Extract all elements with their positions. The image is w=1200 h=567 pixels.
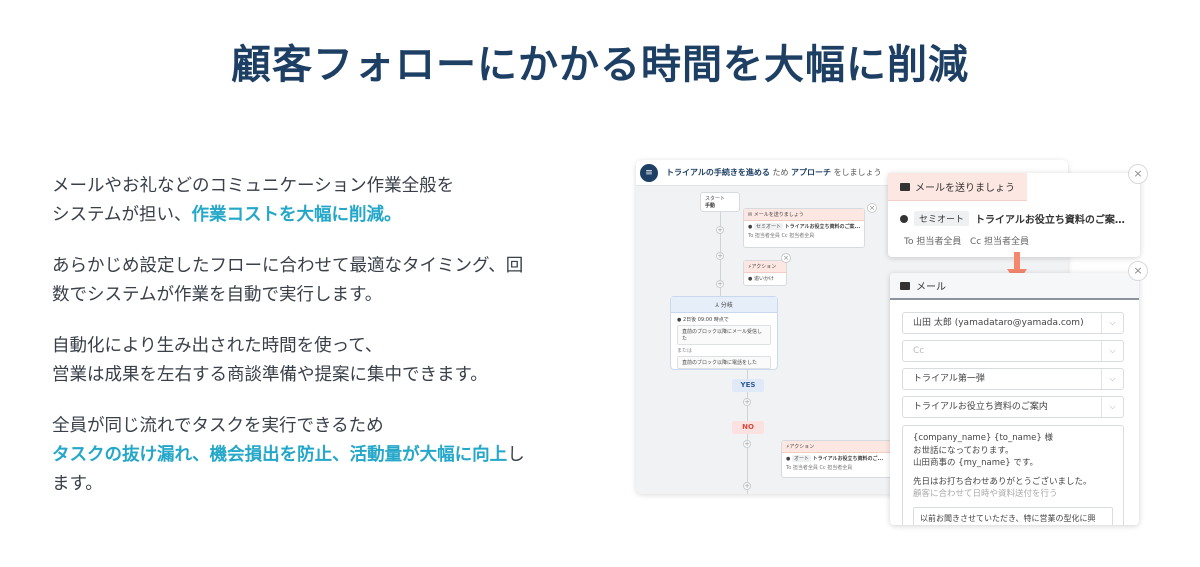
auto-action-chip: オート (791, 455, 811, 462)
cc-field[interactable]: Cc ⌵ (902, 340, 1124, 362)
auto-action-tag: ⚡アクション (782, 441, 900, 453)
paragraph-2: あらかじめ設定したフローに合わせて最適なタイミング、回 数でシステムが作業を自動… (52, 252, 592, 310)
start-mode: 手動 (705, 203, 716, 209)
close-icon[interactable]: × (781, 253, 791, 263)
to-recipients: To 担当者全員 (904, 237, 962, 247)
p1-highlight: 作業コストを大幅に削減。 (191, 205, 402, 225)
close-icon[interactable]: × (867, 203, 877, 213)
p1-line-b: システムが担い、 (52, 205, 192, 225)
auto-action-row: ● オート トライアルお役立ち資料のご... (786, 455, 884, 462)
add-step-icon[interactable]: + (743, 440, 751, 448)
header-suffix: をしましょう (833, 168, 882, 177)
body-line: お世話になっております。 (913, 445, 1014, 456)
body-line: {company_name} {to_name} 様 (913, 433, 1053, 443)
auto-action-tag-label: アクション (789, 444, 815, 450)
mail-node-row: ● セミオート トライアルお役立ち資料のご案... (748, 223, 861, 230)
paragraph-4: 全員が同じ流れでタスクを実行できるため タスクの抜け漏れ、機会損出を防止、活動量… (52, 412, 592, 499)
mail-node-tag: ✉ メールを送りましょう (744, 209, 864, 221)
branch-node[interactable]: ⅄ 分岐 ● 2日後 09:00 時点で 直前のブロック以降にメール受信した ま… (670, 296, 778, 370)
branch-title: 分岐 (720, 302, 733, 309)
envelope-icon (900, 281, 910, 290)
cc-recipients: Cc 担当者全員 (969, 237, 1030, 247)
close-icon[interactable]: × (1128, 164, 1148, 184)
auto-action-recipients: To 担当者全員 Cc 担当者全員 (786, 465, 853, 471)
header-goal: トライアルの手続きを進める (666, 168, 770, 177)
close-icon[interactable]: × (1128, 261, 1148, 281)
paragraph-1: メールやお礼などのコミュニケーション作業全般を システムが担い、作業コストを大幅… (52, 172, 592, 230)
mail-node[interactable]: ✉ メールを送りましょう ● セミオート トライアルお役立ち資料のご案... T… (743, 208, 865, 248)
action-node-tag: ⚡アクション (744, 261, 786, 273)
envelope-icon (900, 182, 910, 191)
p3-line-a: 自動化により生み出された時間を使って、 (52, 336, 383, 356)
subject-value: トライアルお役立ち資料のご案内 (913, 402, 1048, 412)
p4-line-a: 全員が同じ流れでタスクを実行できるため (52, 416, 384, 436)
action-node-label: 追いかけ (753, 276, 774, 282)
branch-header: ⅄ 分岐 (671, 297, 777, 313)
action-node-row: ● 追いかけ (748, 276, 774, 282)
add-step-icon[interactable]: + (716, 226, 724, 234)
mail-node-chip: セミオート (753, 223, 783, 230)
mail-editor-title: メール (916, 282, 946, 293)
mode-chip: セミオート (914, 211, 970, 226)
body-insert-block[interactable]: 以前お聞きさせていただき、特に営業の型化に興 (913, 506, 1113, 525)
mail-node-recipients: To 担当者全員 Cc 担当者全員 (748, 233, 815, 239)
branch-condition: ● 2日後 09:00 時点で (677, 317, 729, 323)
mail-body-editor[interactable]: {company_name} {to_name} 様 お世話になっております。 … (902, 425, 1124, 525)
p2-line-a: あらかじめ設定したフローに合わせて最適なタイミング、回 (52, 256, 524, 276)
page-title: 顧客フォローにかかる時間を大幅に削減 (231, 42, 969, 88)
p4-highlight: タスクの抜け漏れ、機会損出を防止、活動量が大幅に向上 (52, 445, 508, 465)
menu-icon[interactable]: ≡ (640, 163, 658, 182)
to-field-value: 山田 太郎 (yamadataro@yamada.com) (913, 318, 1084, 328)
auto-action-subject: トライアルお役立ち資料のご... (812, 456, 884, 462)
header-connector: ため (772, 168, 789, 177)
p4-line-c: ます。 (52, 474, 103, 494)
action-node-tag-label: アクション (751, 264, 777, 270)
header-approach: アプローチ (791, 168, 832, 177)
branch-condition-1: 直前のブロック以降にメール受信した (677, 325, 771, 345)
p4-line-b: し (507, 445, 525, 465)
chevron-down-icon[interactable]: ⌵ (1101, 313, 1123, 333)
yes-branch-label[interactable]: YES (732, 379, 764, 392)
chevron-down-icon[interactable]: ⌵ (1101, 397, 1123, 417)
chevron-down-icon[interactable]: ⌵ (1101, 341, 1123, 361)
no-branch-label[interactable]: NO (732, 421, 764, 434)
mail-step-tag: メールを送りましょう (888, 173, 1027, 201)
template-value: トライアル第一弾 (913, 374, 985, 384)
mail-editor-popup[interactable]: メール 山田 太郎 (yamadataro@yamada.com) ⌵ Cc ⌵… (890, 273, 1139, 525)
p3-line-b: 営業は成果を左右する商談準備や提案に集中できます。 (52, 365, 488, 385)
mail-editor-header: メール (890, 273, 1139, 300)
body-line: 山田商事の {my_name} です。 (913, 458, 1039, 468)
body-hint: 顧客に合わせて日時や資料送付を行う (913, 489, 1058, 499)
mail-node-subject: トライアルお役立ち資料のご案... (784, 224, 861, 230)
status-dot-icon (900, 214, 908, 223)
auto-action-node[interactable]: ⚡アクション ● オート トライアルお役立ち資料のご... To 担当者全員 C… (781, 440, 901, 478)
add-step-icon[interactable]: + (743, 398, 751, 406)
p1-line-a: メールやお礼などのコミュニケーション作業全般を (52, 176, 455, 196)
mail-step-popup[interactable]: メールを送りましょう セミオート トライアルお役立ち資料のご案… To 担当者全… (888, 173, 1140, 257)
mail-step-recipients: To 担当者全員 Cc 担当者全員 (904, 234, 1140, 247)
branch-condition-2: 直前のブロック以降に電話をした (677, 356, 771, 369)
add-step-icon[interactable]: + (716, 252, 724, 260)
paragraph-3: 自動化により生み出された時間を使って、 営業は成果を左右する商談準備や提案に集中… (52, 332, 592, 390)
cc-field-placeholder: Cc (913, 346, 925, 356)
branch-condition-text: 2日後 09:00 時点で (682, 317, 729, 323)
to-field[interactable]: 山田 太郎 (yamadataro@yamada.com) ⌵ (902, 312, 1124, 334)
mail-step-tag-label: メールを送りましょう (915, 183, 1015, 194)
chevron-down-icon[interactable]: ⌵ (1101, 369, 1123, 389)
body-line: 先日はお打ち合わせありがとうございました。 (913, 476, 1092, 487)
branch-or: または (677, 348, 693, 354)
action-node[interactable]: ⚡アクション ● 追いかけ (743, 260, 787, 286)
p2-line-b: 数でシステムが作業を自動で実行します。 (52, 285, 383, 305)
start-label: スタート (705, 196, 726, 202)
add-step-icon[interactable]: + (716, 280, 724, 288)
start-node[interactable]: スタート 手動 (700, 192, 740, 212)
mail-node-tag-label: メールを送りましょう (753, 212, 804, 218)
subject-field[interactable]: トライアルお役立ち資料のご案内 ⌵ (902, 396, 1124, 418)
mail-step-subject: トライアルお役立ち資料のご案… (975, 215, 1125, 226)
template-select[interactable]: トライアル第一弾 ⌵ (902, 368, 1124, 390)
add-step-icon[interactable]: + (743, 482, 751, 490)
feature-copy: メールやお礼などのコミュニケーション作業全般を システムが担い、作業コストを大幅… (52, 172, 592, 521)
mail-step-row: セミオート トライアルお役立ち資料のご案… (900, 211, 1140, 226)
